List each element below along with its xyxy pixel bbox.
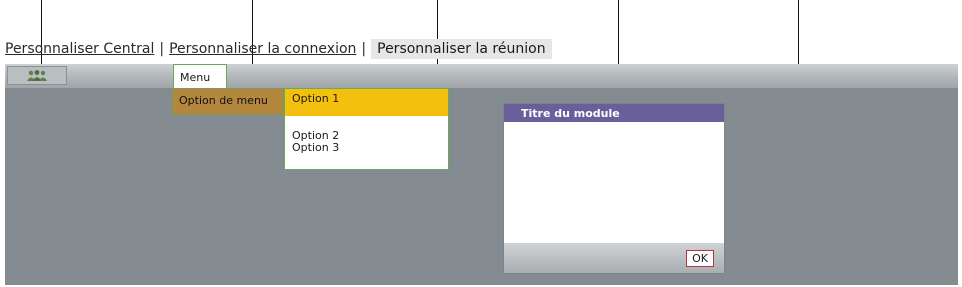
- module-footer: OK: [504, 243, 724, 273]
- link-personnaliser-connexion[interactable]: Personnaliser la connexion: [169, 41, 356, 57]
- submenu-option-3[interactable]: Option 3: [285, 142, 448, 154]
- link-personnaliser-reunion[interactable]: Personnaliser la réunion: [371, 39, 552, 59]
- customization-links: Personnaliser Central | Personnaliser la…: [5, 38, 552, 60]
- menu-item-option-de-menu[interactable]: Option de menu: [172, 88, 284, 115]
- menu-button[interactable]: Menu: [173, 64, 227, 88]
- link-personnaliser-central[interactable]: Personnaliser Central: [5, 41, 154, 57]
- link-separator: |: [361, 41, 367, 57]
- people-icon: [27, 69, 47, 81]
- meeting-room-area: Menu Option de menu Option 1 Option 2 Op…: [5, 64, 958, 285]
- submenu-option-1[interactable]: Option 1: [285, 89, 448, 116]
- ok-button[interactable]: OK: [686, 250, 714, 267]
- link-separator: |: [159, 41, 165, 57]
- attendees-button[interactable]: [7, 66, 67, 85]
- submenu: Option 1 Option 2 Option 3: [284, 88, 449, 170]
- module-window: Titre du module OK: [504, 104, 724, 273]
- toolbar: Menu: [5, 64, 958, 88]
- module-title-bar[interactable]: Titre du module: [504, 104, 724, 122]
